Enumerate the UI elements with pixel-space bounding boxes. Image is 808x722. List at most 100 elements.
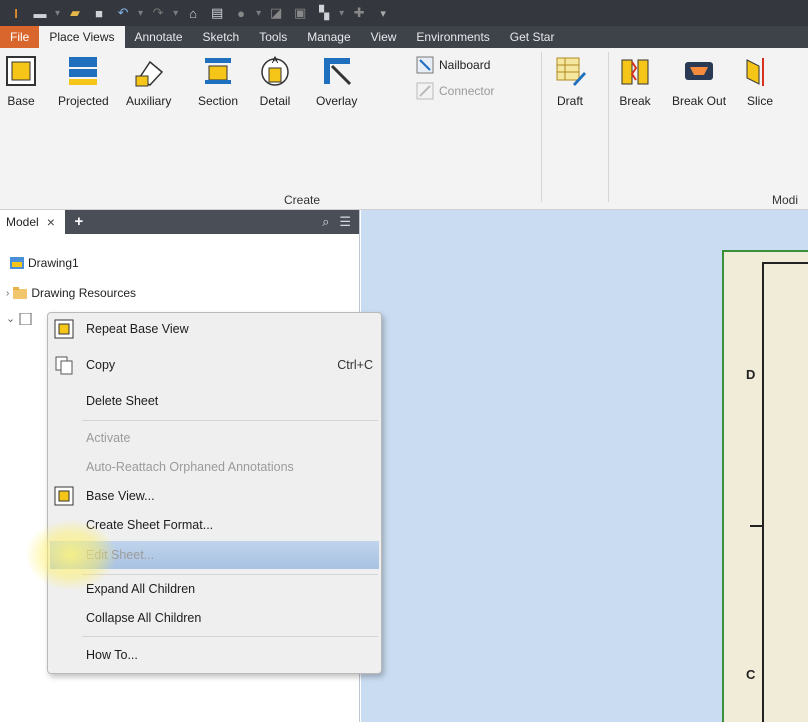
expand-icon[interactable]: › — [6, 288, 9, 299]
search-icon[interactable]: ⌕ — [322, 214, 329, 230]
zone-label-c: C — [746, 667, 756, 682]
menu-item-delete-sheet[interactable]: Delete Sheet — [48, 387, 381, 415]
ribbon-tab-bar: File Place Views Annotate Sketch Tools M… — [0, 26, 808, 48]
customize-icon[interactable]: ✚ — [349, 5, 369, 21]
menu-separator — [82, 636, 378, 637]
measure-icon[interactable]: ◪ — [266, 5, 286, 21]
menu-item-label: Create Sheet Format... — [86, 518, 214, 532]
tab-sketch[interactable]: Sketch — [193, 26, 250, 48]
sheet-border-frame — [762, 262, 808, 722]
menu-item-label: Base View... — [86, 489, 155, 503]
dropdown-arrow-icon[interactable]: ▾ — [339, 8, 344, 19]
redo-icon[interactable]: ↷ — [148, 5, 168, 21]
sheet-icon — [19, 312, 32, 325]
base-view-icon — [54, 319, 74, 339]
menu-item-activate[interactable]: Activate — [48, 424, 381, 452]
auxiliary-view-button[interactable]: Auxiliary — [126, 54, 171, 108]
menu-item-base-view[interactable]: Base View... — [48, 482, 381, 510]
base-view-icon — [6, 56, 36, 86]
ribbon-separator — [608, 52, 609, 202]
menu-item-shortcut: Ctrl+C — [337, 358, 373, 372]
menu-item-label: Delete Sheet — [86, 394, 159, 408]
dropdown-arrow-icon[interactable]: ▾ — [256, 8, 261, 19]
image-icon[interactable]: ▣ — [290, 5, 310, 21]
nailboard-label: Nailboard — [439, 58, 491, 72]
svg-text:A: A — [272, 55, 278, 65]
connector-label: Connector — [439, 84, 495, 98]
overlay-view-icon — [323, 58, 351, 86]
detail-view-icon: A — [261, 55, 289, 86]
draft-view-button[interactable]: Draft — [553, 54, 587, 108]
connector-button[interactable]: Connector — [416, 82, 494, 100]
menu-item-label: Repeat Base View — [86, 322, 189, 336]
section-view-label: Section — [198, 94, 239, 108]
menu-icon[interactable]: ☰ — [339, 214, 351, 230]
add-tab-button[interactable]: + — [64, 209, 93, 234]
home-icon[interactable]: ⌂ — [183, 6, 203, 21]
break-button[interactable]: Break — [618, 54, 652, 108]
dropdown-arrow-icon[interactable]: ▾ — [373, 7, 393, 20]
projected-view-label: Projected — [58, 94, 109, 108]
slice-icon — [746, 58, 764, 86]
menu-item-label: Activate — [86, 431, 131, 445]
zone-label-d: D — [746, 367, 756, 382]
break-out-button[interactable]: Break Out — [672, 54, 726, 108]
quick-access-toolbar: I ▬ ▾ ▰ ■ ↶ ▾ ↷ ▾ ⌂ ▤ ● ▾ ◪ ▣ ▚ ▾ ✚ ▾ — [0, 0, 808, 26]
menu-item-collapse-all-children[interactable]: Collapse All Children — [48, 604, 381, 632]
menu-item-repeat-base-view[interactable]: Repeat Base View — [48, 315, 381, 343]
new-icon[interactable]: ▬ — [30, 6, 50, 21]
collapse-icon[interactable]: ⌄ — [6, 312, 15, 325]
tree-item-label: Drawing1 — [28, 256, 79, 270]
undo-icon[interactable]: ↶ — [113, 5, 133, 21]
tree-item-sheet[interactable]: ⌄ — [6, 312, 33, 325]
menu-item-label: How To... — [86, 648, 138, 662]
auxiliary-view-icon — [135, 60, 163, 87]
menu-item-label: Copy — [86, 358, 116, 372]
auxiliary-view-label: Auxiliary — [126, 94, 172, 108]
menu-item-how-to[interactable]: How To... — [48, 641, 381, 669]
app-logo-icon[interactable]: I — [6, 6, 26, 21]
browser-tab-model[interactable]: Model × — [0, 209, 65, 234]
browser-header-tools: ⌕ ☰ — [92, 209, 359, 234]
open-icon[interactable]: ▰ — [65, 5, 85, 21]
menu-separator — [82, 420, 378, 421]
overlay-view-button[interactable]: Overlay — [316, 54, 357, 108]
tab-get-started[interactable]: Get Star — [500, 26, 565, 48]
tab-annotate[interactable]: Annotate — [125, 26, 193, 48]
section-view-button[interactable]: Section — [198, 54, 238, 108]
context-menu: Repeat Base View Copy Ctrl+C Delete Shee… — [47, 312, 382, 674]
tab-manage[interactable]: Manage — [297, 26, 360, 48]
tab-environments[interactable]: Environments — [406, 26, 499, 48]
dropdown-arrow-icon[interactable]: ▾ — [138, 8, 143, 19]
tree-item-drawing-resources[interactable]: › Drawing Resources — [6, 286, 136, 300]
ribbon-separator — [541, 52, 542, 202]
nailboard-button[interactable]: Nailboard — [416, 56, 490, 74]
tree-item-label: Drawing Resources — [31, 286, 137, 300]
menu-item-label: Collapse All Children — [86, 611, 202, 625]
close-icon[interactable]: × — [47, 214, 55, 230]
zone-divider-tick — [750, 525, 764, 527]
break-label: Break — [619, 94, 651, 108]
detail-view-button[interactable]: A Detail — [258, 54, 292, 108]
update-icon[interactable]: ● — [231, 6, 251, 21]
tab-tools[interactable]: Tools — [249, 26, 297, 48]
projected-view-button[interactable]: Projected — [58, 54, 109, 108]
menu-item-auto-reattach[interactable]: Auto-Reattach Orphaned Annotations — [48, 453, 381, 481]
tab-place-views[interactable]: Place Views — [39, 26, 125, 48]
save-icon[interactable]: ■ — [89, 6, 109, 21]
base-view-label: Base — [7, 94, 35, 108]
slice-button[interactable]: Slice — [743, 54, 777, 108]
select-icon[interactable]: ▚ — [314, 5, 334, 21]
tab-view[interactable]: View — [361, 26, 407, 48]
base-view-button[interactable]: Base — [4, 54, 38, 108]
copy-icon — [55, 356, 73, 375]
dropdown-arrow-icon[interactable]: ▾ — [55, 8, 60, 19]
menu-item-copy[interactable]: Copy Ctrl+C — [48, 351, 381, 379]
dropdown-arrow-icon[interactable]: ▾ — [173, 8, 178, 19]
draft-view-label: Draft — [556, 94, 583, 108]
tree-item-drawing[interactable]: Drawing1 — [10, 256, 79, 270]
print-icon[interactable]: ▤ — [207, 5, 227, 21]
section-view-icon — [205, 58, 232, 84]
tab-file[interactable]: File — [0, 26, 40, 48]
browser-header: Model × + ⌕ ☰ — [0, 209, 359, 234]
